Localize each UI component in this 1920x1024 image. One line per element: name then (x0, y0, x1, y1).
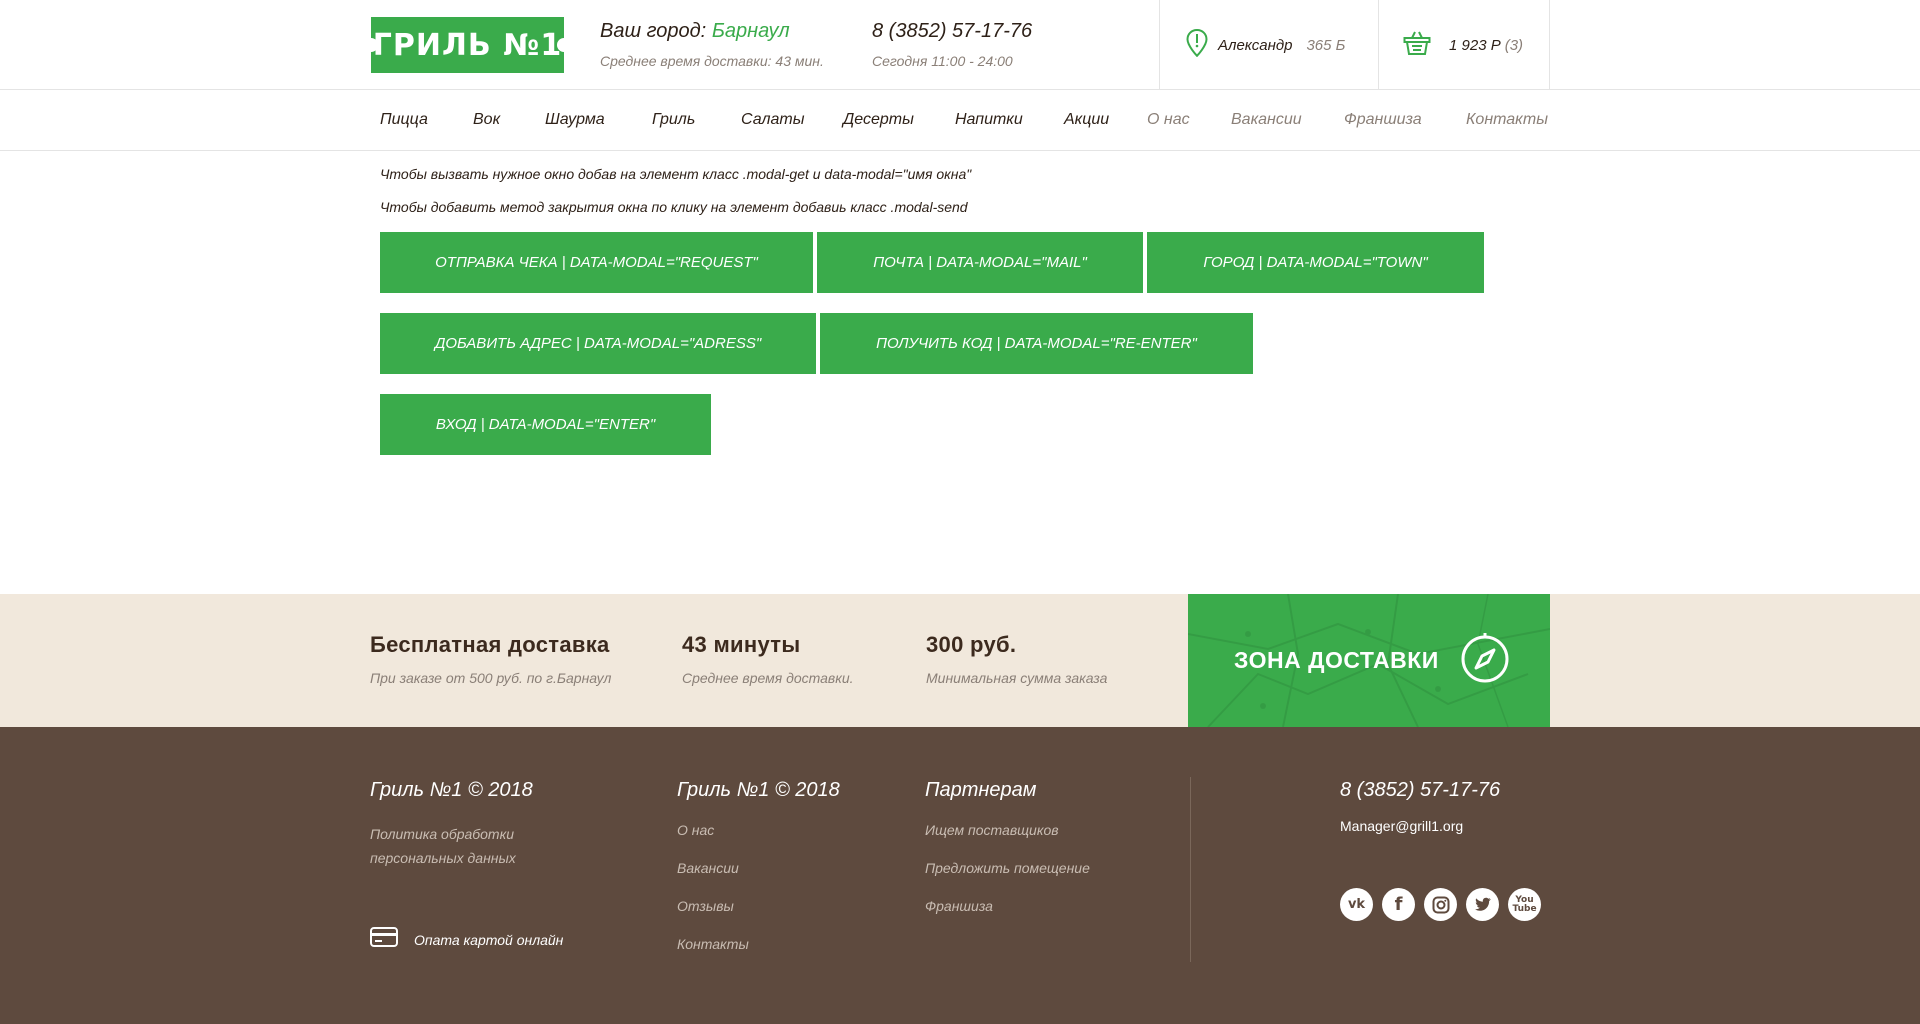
nav-item-about[interactable]: О нас (1147, 111, 1190, 129)
city-selector[interactable]: Ваш город: Барнаул (600, 20, 824, 43)
pay-online-link[interactable]: Опата картой онлайн (370, 927, 563, 952)
nav-item-grill[interactable]: Гриль (652, 111, 695, 129)
cart-count: (3) (1504, 36, 1524, 54)
pay-online-label: Опата картой онлайн (414, 931, 564, 948)
request-modal-button[interactable]: ОТПРАВКА ЧЕКА | DATA-MODAL="REQUEST" (380, 232, 813, 293)
town-modal-button[interactable]: ГОРОД | DATA-MODAL="TOWN" (1147, 232, 1484, 293)
footer-email[interactable]: Manager@grill1.org (1340, 818, 1463, 834)
footer-phone[interactable]: 8 (3852) 57-17-76 (1340, 779, 1500, 802)
feature-subtitle: Среднее время доставки. (682, 670, 854, 686)
footer-copyright-2: Гриль №1 © 2018 (677, 779, 840, 801)
city-block: Ваш город: Барнаул Среднее время доставк… (600, 20, 824, 69)
nav-item-salads[interactable]: Салаты (741, 111, 804, 129)
footer-link-contacts[interactable]: Контакты (677, 936, 749, 952)
feature-subtitle: Минимальная сумма заказа (926, 670, 1108, 686)
compass-icon (1459, 632, 1511, 689)
feature-title: Бесплатная доставка (370, 632, 610, 657)
vk-icon[interactable]: vk (1340, 888, 1373, 921)
credit-card-icon (370, 927, 398, 952)
feature-title: 43 минуты (682, 632, 801, 657)
policy-line: персональных данных (370, 850, 516, 866)
twitter-icon[interactable] (1466, 888, 1499, 921)
footer-link-about[interactable]: О нас (677, 822, 714, 838)
user-account[interactable]: Александр 365 Б (1159, 0, 1379, 90)
address-modal-button[interactable]: ДОБАВИТЬ АДРЕС | DATA-MODAL="ADRESS" (380, 313, 816, 374)
feature-title: 300 руб. (926, 632, 1017, 657)
policy-line: Политика обработки (370, 826, 514, 842)
privacy-policy-link[interactable]: Политика обработки персональных данных (370, 822, 516, 870)
header-phone[interactable]: 8 (3852) 57-17-76 (872, 20, 1032, 43)
nav-item-wok[interactable]: Вок (473, 111, 500, 129)
instagram-icon[interactable] (1424, 888, 1457, 921)
partners-heading: Партнерам (925, 779, 1037, 801)
cart-button[interactable]: 1 923 Р (3) (1379, 0, 1550, 90)
site-footer: Гриль №1 © 2018 Политика обработки персо… (0, 727, 1920, 1024)
nav-item-vacancies[interactable]: Вакансии (1231, 111, 1302, 129)
footer-link-franchise[interactable]: Франшиза (925, 898, 993, 914)
nav-item-contacts[interactable]: Контакты (1466, 111, 1548, 129)
nav-item-desserts[interactable]: Десерты (843, 111, 914, 129)
working-hours: Сегодня 11:00 - 24:00 (872, 53, 1013, 69)
feature-delivery-time: 43 минуты Среднее время доставки. (682, 632, 854, 686)
youtube-icon[interactable]: You Tube (1508, 888, 1541, 921)
delivery-zone-button[interactable]: ЗОНА ДОСТАВКИ (1188, 594, 1550, 727)
nav-item-shawarma[interactable]: Шаурма (545, 111, 605, 129)
facebook-icon[interactable]: f (1382, 888, 1415, 921)
cart-total: 1 923 Р (1449, 36, 1501, 54)
city-name-link[interactable]: Барнаул (712, 20, 790, 42)
enter-modal-button[interactable]: ВХОД | DATA-MODAL="ENTER" (380, 394, 711, 455)
feature-subtitle: При заказе от 500 руб. по г.Барнаул (370, 670, 612, 686)
nav-item-pizza[interactable]: Пицца (380, 111, 428, 129)
footer-link-premises[interactable]: Предложить помещение (925, 860, 1090, 876)
footer-link-suppliers[interactable]: Ищем поставщиков (925, 822, 1059, 838)
footer-link-reviews[interactable]: Отзывы (677, 898, 734, 914)
site-header: ГРИЛЬ №1 Ваш город: Барнаул Среднее врем… (0, 0, 1920, 90)
mail-modal-button[interactable]: ПОЧТА | DATA-MODAL="MAIL" (817, 232, 1143, 293)
instruction-text-1: Чтобы вызвать нужное окно добав на элеме… (380, 166, 972, 182)
delivery-time: Среднее время доставки: 43 мин. (600, 53, 824, 69)
location-pin-icon (1186, 28, 1208, 62)
delivery-zone-label: ЗОНА ДОСТАВКИ (1234, 647, 1439, 673)
footer-divider (1190, 777, 1191, 962)
main-nav: Пицца Вок Шаурма Гриль Салаты Десерты На… (0, 90, 1920, 151)
footer-copyright: Гриль №1 © 2018 (370, 779, 533, 801)
instruction-text-2: Чтобы добавить метод закрытия окна по кл… (380, 199, 968, 215)
basket-icon (1403, 30, 1431, 61)
user-points: 365 Б (1306, 36, 1346, 54)
site-logo[interactable]: ГРИЛЬ №1 (371, 17, 564, 73)
features-strip: Бесплатная доставка При заказе от 500 ру… (0, 594, 1920, 727)
city-prefix: Ваш город: (600, 20, 707, 42)
nav-item-promotions[interactable]: Акции (1064, 111, 1109, 129)
feature-free-delivery: Бесплатная доставка При заказе от 500 ру… (370, 632, 611, 686)
feature-min-order: 300 руб. Минимальная сумма заказа (926, 632, 1107, 686)
nav-item-franchise[interactable]: Франшиза (1344, 111, 1422, 129)
user-name: Александр (1218, 36, 1293, 54)
footer-link-vacancies[interactable]: Вакансии (677, 860, 739, 876)
nav-item-drinks[interactable]: Напитки (955, 111, 1023, 129)
social-links: vk f You Tube (1340, 888, 1541, 921)
re-enter-modal-button[interactable]: ПОЛУЧИТЬ КОД | DATA-MODAL="RE-ENTER" (820, 313, 1253, 374)
phone-block: 8 (3852) 57-17-76 Сегодня 11:00 - 24:00 (872, 20, 1032, 69)
